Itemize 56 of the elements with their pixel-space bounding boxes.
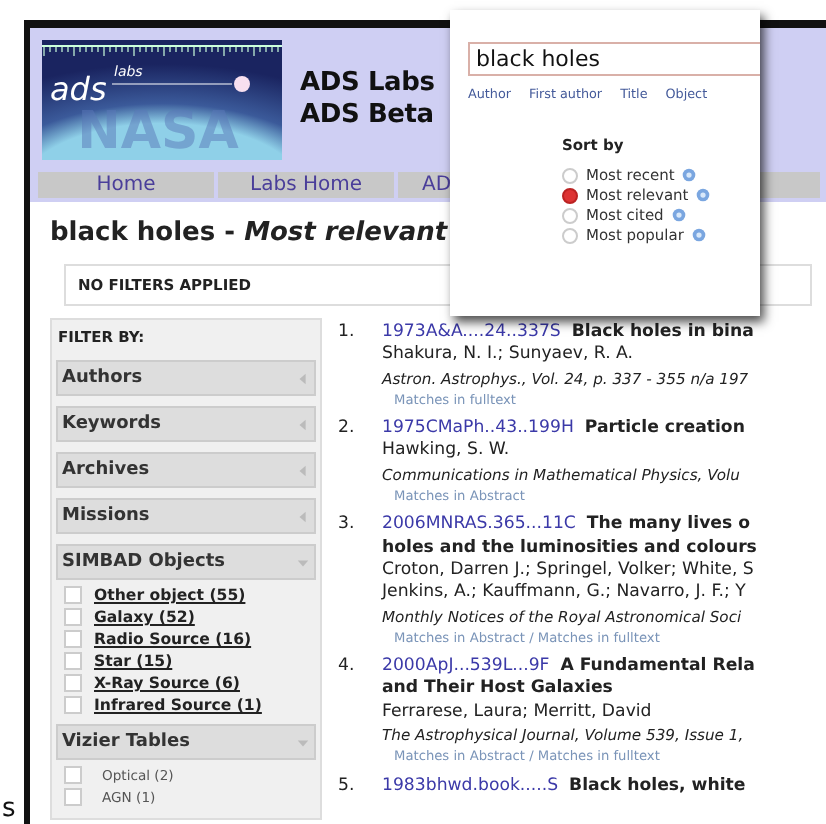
section-label: SIMBAD Objects <box>62 552 225 572</box>
nav-link[interactable]: Labs Home <box>218 172 394 198</box>
result-title[interactable]: Black holes, white <box>569 775 746 796</box>
result-authors: Ferrarese, Laura; Merritt, David <box>382 701 654 725</box>
chevron-left-icon <box>296 509 310 523</box>
site-title: ADS Labs <box>300 68 435 100</box>
bibcode-link[interactable]: 2006MNRAS.365...11C <box>382 514 576 535</box>
section-label: Missions <box>62 506 150 526</box>
chevron-left-icon <box>296 463 310 477</box>
result-authors: Shakura, N. I.; Sunyaev, R. A. <box>382 344 635 368</box>
result-title[interactable]: Black holes in bina <box>571 322 754 342</box>
filter-section-header[interactable]: Archives <box>56 452 316 488</box>
checkbox[interactable] <box>64 630 82 648</box>
bibcode-link[interactable]: 1973A&A....24..337S <box>382 322 561 342</box>
search-field[interactable]: black holes <box>468 42 760 76</box>
chevron-down-icon <box>296 735 310 749</box>
stray-text: s <box>2 794 16 824</box>
filter-section-header[interactable]: SIMBAD Objects <box>56 544 316 580</box>
section-label: Authors <box>62 368 143 388</box>
bibcode-link[interactable]: 2000ApJ...539L...9F <box>382 656 550 677</box>
checkbox[interactable] <box>64 652 82 670</box>
filter-section-header[interactable]: Vizier Tables <box>56 724 316 760</box>
site-title: ADS Beta <box>300 100 435 132</box>
result-authors: Hawking, S. W. <box>382 440 512 464</box>
section-label: Vizier Tables <box>62 732 190 752</box>
filter-section-header[interactable]: Keywords <box>56 406 316 442</box>
result-number: 1. <box>338 322 357 346</box>
chevron-left-icon <box>296 417 310 431</box>
checkbox[interactable] <box>64 788 82 806</box>
section-label: Keywords <box>62 414 162 434</box>
chevron-left-icon <box>296 371 310 385</box>
radio-button[interactable] <box>562 187 578 203</box>
checkbox[interactable] <box>64 674 82 692</box>
checkbox[interactable] <box>64 608 82 626</box>
section-label: Archives <box>62 460 150 480</box>
result-authors: Jenkins, A.; Kauffmann, G.; Navarro, J. F.; Y <box>382 582 748 606</box>
chevron-down-icon <box>296 555 310 569</box>
checkbox[interactable] <box>64 696 82 714</box>
bibcode-link[interactable]: 1975CMaPh..43..199H <box>382 418 574 439</box>
page-heading: black holes - Most relevant <box>50 218 448 248</box>
result-title[interactable]: holes and the luminosities and colours <box>382 537 757 560</box>
nav-link[interactable]: Home <box>38 172 214 198</box>
result-title[interactable]: Particle creation <box>584 418 745 439</box>
checkbox[interactable] <box>64 766 82 784</box>
bibcode-link[interactable]: 1983bhwd.book.....S <box>382 775 559 796</box>
result-authors: Croton, Darren J.; Springel, Volker; White, S <box>382 559 756 583</box>
checkbox[interactable] <box>64 586 82 604</box>
result-title[interactable]: A Fundamental Rela <box>560 656 755 677</box>
filter-section-header[interactable]: Missions <box>56 498 316 534</box>
result-number: 5. <box>338 775 357 798</box>
result-number: 2. <box>338 418 357 443</box>
result-number: 4. <box>338 656 357 681</box>
result-title[interactable]: and Their Host Galaxies <box>382 678 755 702</box>
filter-section-header[interactable]: Authors <box>56 360 316 396</box>
result-number: 3. <box>338 514 357 539</box>
result-title[interactable]: The many lives o <box>586 514 751 535</box>
